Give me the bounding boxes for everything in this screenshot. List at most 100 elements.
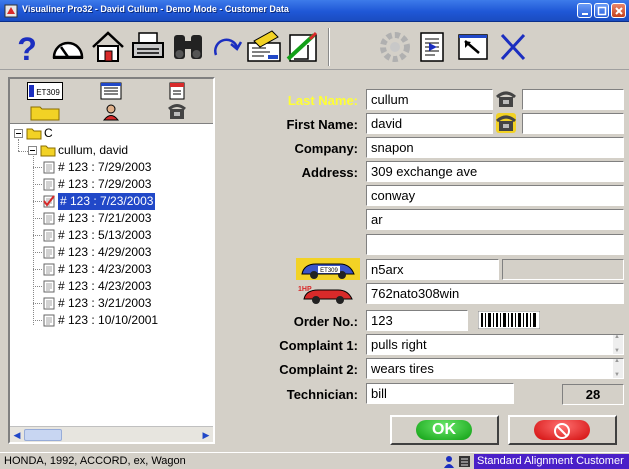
status-bar: HONDA, 1992, ACCORD, ex, Wagon Standard … [0,452,629,469]
person-status-icon [444,456,454,468]
tree-expander-root[interactable] [14,129,23,138]
vin-icon: 1HP [296,282,360,304]
clipboard-button[interactable] [415,29,451,65]
alignment-gauge-button[interactable] [50,29,86,65]
settings-button[interactable] [377,29,413,65]
last-name-label: Last Name: [287,93,358,108]
home-button[interactable] [90,29,126,65]
first-name-field[interactable]: david [366,113,493,134]
address-line4-field[interactable] [366,234,624,255]
maximize-button[interactable] [594,3,609,18]
complaint1-label: Complaint 1: [279,338,358,353]
folder-icon [30,106,60,121]
tree-line [18,151,28,152]
tab-list[interactable] [78,80,144,102]
document-icon [43,229,55,242]
tree-line [33,269,42,270]
pointer-button[interactable] [455,29,491,65]
tab-phone[interactable] [144,101,210,123]
toolbar-separator [328,28,330,66]
cancel-icon [500,33,526,61]
vehicle-specs-icon [247,30,281,62]
no-entry-icon [554,423,570,439]
complaint1-field[interactable]: pulls right [366,334,624,355]
adjust-button[interactable] [284,29,320,65]
tree-line [33,167,42,168]
record-browser: ET309 C cullum, david # 123: 7/29/2003 … [8,77,215,444]
tree-line [33,320,42,321]
complaint2-scrollbar[interactable] [613,359,623,378]
ok-button-label: OK [416,420,472,440]
redo-button[interactable] [208,29,244,65]
help-icon: ? [17,31,37,67]
first-name-phone-field[interactable] [522,113,624,134]
document-icon [43,280,55,293]
document-icon [43,297,55,310]
minimize-icon [582,13,588,15]
order-number-field[interactable]: 123 [366,310,468,331]
redo-icon [214,38,243,56]
record-tree[interactable]: C cullum, david # 123 : 7/29/2003 # 123 :… [10,123,213,430]
tree-line [33,156,34,325]
document-icon [43,263,55,276]
tree-record-label: # 123 : 4/23/2003 [58,279,152,293]
tree-line [33,201,42,202]
phone-button[interactable] [496,113,516,133]
binoculars-icon [174,35,202,59]
calendar-icon [169,82,185,100]
complaint2-field[interactable]: wears tires [366,358,624,379]
tree-record-label: # 123 : 7/23/2003 [58,193,156,210]
phone-icon [168,104,186,119]
adjust-icon [286,31,318,62]
close-button[interactable] [611,3,626,18]
complaint2-value: wears tires [371,361,434,376]
tree-line [18,139,19,151]
last-name-field[interactable]: cullum [366,89,493,110]
help-button[interactable]: ? [9,29,45,67]
gear-icon [380,32,410,62]
tab-person[interactable] [78,101,144,123]
vehicle-specs-button[interactable] [246,29,282,65]
title-bar[interactable]: Visualiner Pro32 - David Cullum - Demo M… [0,0,629,22]
alignment-gauge-icon [52,41,84,59]
binoculars-button[interactable] [170,29,206,65]
tab-calendar[interactable] [144,80,210,102]
cancel-button[interactable] [508,415,617,445]
tree-line [33,286,42,287]
last-name-phone-field[interactable] [522,89,624,110]
complaint1-scrollbar[interactable] [613,335,623,354]
vin-badge-text: 1HP [298,286,312,293]
scroll-right-icon[interactable]: ▶ [200,429,212,441]
technician-field[interactable]: bill [366,383,514,404]
address-line1-field[interactable]: 309 exchange ave [366,161,624,182]
tree-expander-customer[interactable] [28,146,37,155]
tree-record-label: # 123 : 7/29/2003 [58,160,152,174]
company-field[interactable]: snapon [366,137,624,158]
barcode-icon[interactable] [478,311,540,329]
minimize-button[interactable] [577,3,592,18]
cancel-tool-button[interactable] [495,29,531,65]
document-icon [43,246,55,259]
vehicle-status: HONDA, 1992, ACCORD, ex, Wagon [4,455,186,467]
pointer-icon [458,34,488,60]
vin-field[interactable]: 762nato308win [366,283,624,304]
printer-icon [132,32,164,58]
folder-icon [26,128,42,140]
tab-vehicle-id[interactable]: ET309 [12,80,78,102]
ok-button[interactable]: OK [390,415,499,445]
address-line2-field[interactable]: conway [366,185,624,206]
tree-record-label: # 123 : 7/21/2003 [58,211,152,225]
license-field[interactable]: n5arx [366,259,499,280]
phone-icon[interactable] [496,89,516,109]
mode-indicator: Standard Alignment Customer [474,454,629,469]
tree-line [33,218,42,219]
horizontal-scrollbar[interactable]: ◀ ▶ [10,426,213,442]
tree-line [33,235,42,236]
print-button[interactable] [130,29,166,65]
tab-folder[interactable] [12,101,78,123]
scroll-left-icon[interactable]: ◀ [11,429,23,441]
address-line3-field[interactable]: ar [366,209,624,230]
tab-badge-text: ET309 [36,88,60,97]
scroll-thumb[interactable] [24,429,62,441]
order-number-label: Order No.: [293,314,358,329]
